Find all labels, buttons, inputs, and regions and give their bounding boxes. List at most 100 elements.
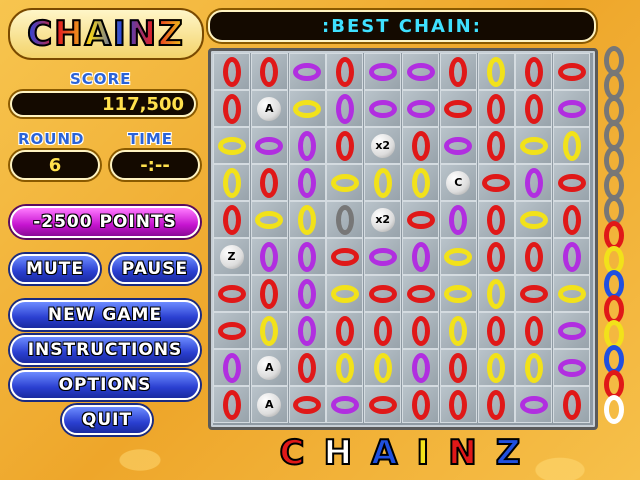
- board-cell[interactable]: [515, 238, 553, 275]
- board-cell[interactable]: [213, 386, 250, 423]
- board-cell[interactable]: [477, 349, 515, 386]
- board-cell[interactable]: [553, 53, 591, 90]
- board-cell[interactable]: [553, 90, 591, 127]
- board-cell[interactable]: [250, 201, 288, 238]
- board-cell[interactable]: Z: [213, 238, 250, 275]
- board-cell[interactable]: [250, 127, 288, 164]
- game-board[interactable]: Ax2 Cx2 Z A A: [208, 48, 598, 430]
- board-cell[interactable]: [402, 312, 439, 349]
- board-cell[interactable]: [477, 238, 515, 275]
- board-cell[interactable]: [402, 53, 439, 90]
- options-button[interactable]: OPTIONS: [10, 370, 200, 400]
- board-cell[interactable]: [439, 312, 477, 349]
- board-cell[interactable]: [553, 164, 591, 201]
- board-cell[interactable]: [213, 127, 250, 164]
- new-game-button[interactable]: NEW GAME: [10, 300, 200, 330]
- board-cell[interactable]: [402, 201, 439, 238]
- board-cell[interactable]: [515, 164, 553, 201]
- board-cell[interactable]: [477, 53, 515, 90]
- board-cell[interactable]: [439, 349, 477, 386]
- board-cell[interactable]: A: [250, 386, 288, 423]
- board-cell[interactable]: [477, 90, 515, 127]
- board-cell[interactable]: [553, 238, 591, 275]
- board-cell[interactable]: [288, 90, 326, 127]
- mute-button[interactable]: MUTE: [10, 254, 100, 284]
- board-cell[interactable]: [553, 275, 591, 312]
- board-cell[interactable]: [364, 90, 402, 127]
- board-cell[interactable]: [364, 53, 402, 90]
- board-cell[interactable]: [288, 275, 326, 312]
- board-cell[interactable]: [477, 201, 515, 238]
- board-cell[interactable]: [402, 275, 439, 312]
- board-cell[interactable]: [477, 127, 515, 164]
- board-cell[interactable]: [326, 164, 364, 201]
- board-cell[interactable]: [515, 275, 553, 312]
- board-cell[interactable]: [364, 386, 402, 423]
- board-cell[interactable]: [213, 201, 250, 238]
- board-cell[interactable]: [326, 386, 364, 423]
- board-cell[interactable]: [326, 238, 364, 275]
- board-cell[interactable]: [439, 127, 477, 164]
- board-cell[interactable]: [439, 238, 477, 275]
- board-cell[interactable]: [364, 238, 402, 275]
- board-cell[interactable]: [213, 349, 250, 386]
- board-cell[interactable]: [402, 349, 439, 386]
- board-cell[interactable]: [288, 312, 326, 349]
- board-cell[interactable]: [439, 53, 477, 90]
- board-cell[interactable]: [402, 127, 439, 164]
- board-cell[interactable]: [250, 312, 288, 349]
- board-cell[interactable]: [326, 127, 364, 164]
- board-cell[interactable]: [288, 164, 326, 201]
- board-cell[interactable]: [402, 90, 439, 127]
- board-cell[interactable]: [326, 53, 364, 90]
- board-cell[interactable]: [515, 53, 553, 90]
- board-cell[interactable]: [250, 275, 288, 312]
- board-cell[interactable]: [553, 349, 591, 386]
- board-cell[interactable]: [439, 386, 477, 423]
- instructions-button[interactable]: INSTRUCTIONS: [10, 335, 200, 365]
- board-cell[interactable]: [477, 312, 515, 349]
- board-cell[interactable]: [402, 164, 439, 201]
- board-cell[interactable]: [515, 127, 553, 164]
- board-cell[interactable]: [553, 386, 591, 423]
- board-cell[interactable]: [288, 349, 326, 386]
- board-cell[interactable]: A: [250, 349, 288, 386]
- board-cell[interactable]: [213, 53, 250, 90]
- board-cell[interactable]: [326, 349, 364, 386]
- board-cell[interactable]: [553, 312, 591, 349]
- board-cell[interactable]: [364, 349, 402, 386]
- board-cell[interactable]: x2: [364, 201, 402, 238]
- board-cell[interactable]: [326, 201, 364, 238]
- board-cell[interactable]: [364, 275, 402, 312]
- board-cell[interactable]: [515, 386, 553, 423]
- board-cell[interactable]: [402, 238, 439, 275]
- board-cell[interactable]: [250, 164, 288, 201]
- board-cell[interactable]: [326, 90, 364, 127]
- board-cell[interactable]: [553, 201, 591, 238]
- board-cell[interactable]: [326, 275, 364, 312]
- board-cell[interactable]: [326, 312, 364, 349]
- board-cell[interactable]: C: [439, 164, 477, 201]
- board-cell[interactable]: [439, 201, 477, 238]
- board-cell[interactable]: [477, 386, 515, 423]
- board-cell[interactable]: [250, 238, 288, 275]
- board-cell[interactable]: [439, 275, 477, 312]
- quit-button[interactable]: QUIT: [62, 405, 152, 435]
- board-cell[interactable]: [439, 90, 477, 127]
- board-cell[interactable]: [364, 312, 402, 349]
- board-cell[interactable]: [288, 127, 326, 164]
- board-cell[interactable]: [288, 201, 326, 238]
- board-cell[interactable]: [515, 201, 553, 238]
- board-cell[interactable]: [288, 386, 326, 423]
- board-cell[interactable]: A: [250, 90, 288, 127]
- board-cell[interactable]: [515, 90, 553, 127]
- board-cell[interactable]: [515, 349, 553, 386]
- board-cell[interactable]: [288, 238, 326, 275]
- board-cell[interactable]: [213, 275, 250, 312]
- board-cell[interactable]: [364, 164, 402, 201]
- board-cell[interactable]: [250, 53, 288, 90]
- board-cell[interactable]: [213, 312, 250, 349]
- board-cell[interactable]: [477, 275, 515, 312]
- board-cell[interactable]: [553, 127, 591, 164]
- pause-button[interactable]: PAUSE: [110, 254, 200, 284]
